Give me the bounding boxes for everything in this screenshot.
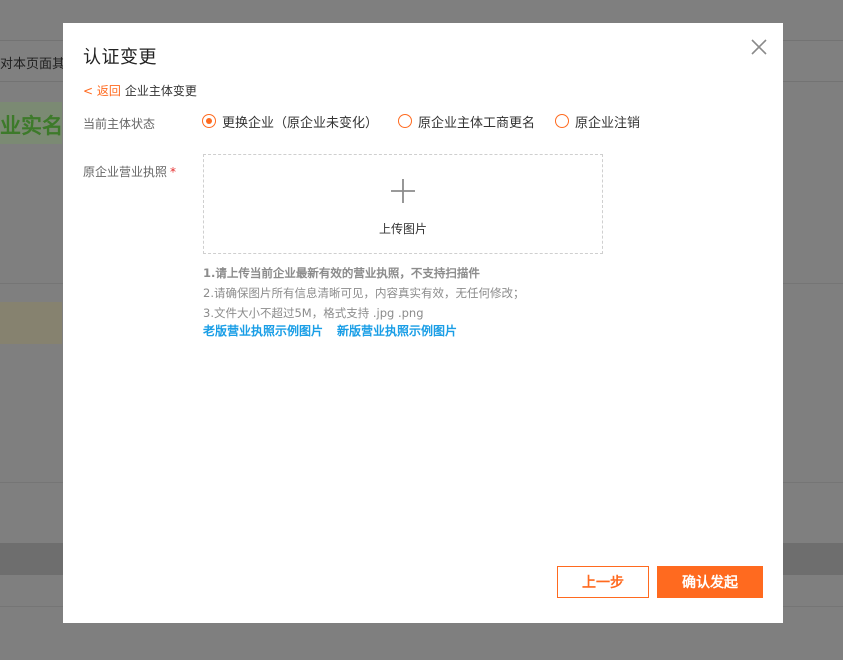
radio-company-deregistered[interactable]: 原企业注销 <box>555 112 640 131</box>
license-label: 原企业营业执照 * <box>83 163 176 180</box>
breadcrumb-current: 企业主体变更 <box>124 84 197 98</box>
certification-change-dialog: 认证变更 < 返回 企业主体变更 当前主体状态 更换企业（原企业未变化） 原企业主… <box>63 23 783 623</box>
back-link[interactable]: < 返回 <box>83 84 121 98</box>
old-license-sample-link[interactable]: 老版营业执照示例图片 <box>203 324 323 338</box>
new-license-sample-link[interactable]: 新版营业执照示例图片 <box>337 324 457 338</box>
breadcrumb: < 返回 企业主体变更 <box>83 82 197 99</box>
radio-company-rename[interactable]: 原企业主体工商更名 <box>398 112 535 131</box>
confirm-button[interactable]: 确认发起 <box>657 566 763 598</box>
radio-label: 原企业主体工商更名 <box>418 115 536 131</box>
radio-checked-icon <box>202 114 216 128</box>
radio-unchecked-icon <box>555 114 570 128</box>
status-radio-group: 更换企业（原企业未变化） 原企业主体工商更名 原企业注销 <box>202 111 660 131</box>
radio-label: 更换企业（原企业未变化） <box>222 115 379 131</box>
status-label: 当前主体状态 <box>83 117 156 131</box>
tip-item: 3.文件大小不超过5M，格式支持 .jpg .png <box>203 306 424 320</box>
required-mark: * <box>170 165 177 179</box>
radio-change-company[interactable]: 更换企业（原企业未变化） <box>202 112 378 131</box>
tip-item: 2.请确保图片所有信息清晰可见，内容真实有效，无任何修改； <box>203 286 525 300</box>
sample-links: 老版营业执照示例图片 新版营业执照示例图片 <box>203 321 457 341</box>
tip-item: 1.请上传当前企业最新有效的营业执照，不支持扫描件 <box>203 266 480 280</box>
dialog-title: 认证变更 <box>83 47 157 68</box>
background-notice-text: 对本页面其 <box>0 57 66 72</box>
upload-tips: 1.请上传当前企业最新有效的营业执照，不支持扫描件 2.请确保图片所有信息清晰可… <box>203 263 524 323</box>
close-icon[interactable] <box>749 37 769 57</box>
upload-image-area[interactable]: 上传图片 <box>203 154 603 254</box>
prev-step-button[interactable]: 上一步 <box>557 566 649 598</box>
upload-label: 上传图片 <box>378 222 427 236</box>
radio-label: 原企业注销 <box>575 115 641 131</box>
license-label-text: 原企业营业执照 <box>83 165 168 179</box>
background-highlight-block <box>0 302 62 344</box>
radio-unchecked-icon <box>398 114 413 128</box>
plus-icon <box>390 178 416 204</box>
